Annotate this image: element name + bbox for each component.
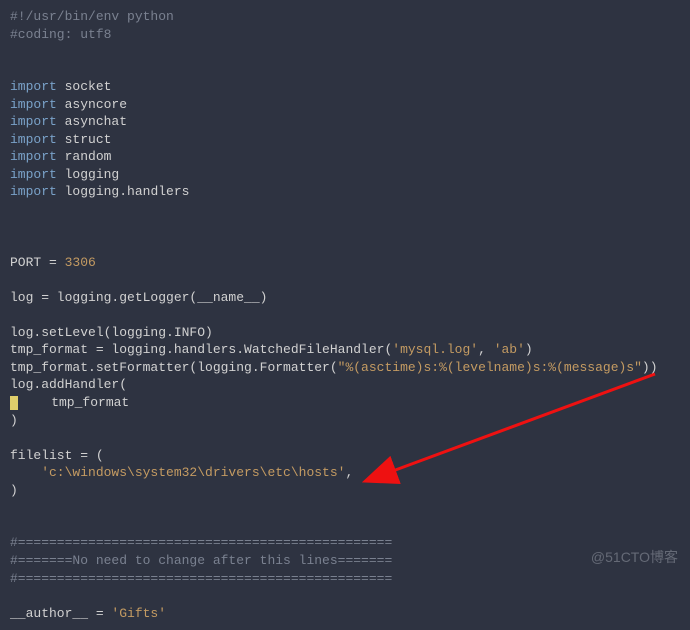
- author-value: 'Gifts': [111, 606, 166, 621]
- import-kw: import: [10, 184, 57, 199]
- str-mysql-log: 'mysql.log': [392, 342, 478, 357]
- coding-decl: #coding: utf8: [10, 27, 111, 42]
- file-path: 'c:\windows\system32\drivers\etc\hosts': [10, 465, 345, 480]
- filelist-open: filelist = (: [10, 448, 104, 463]
- watermark: @51CTO博客: [591, 548, 678, 567]
- paren-close: ): [10, 413, 18, 428]
- import-kw: import: [10, 79, 57, 94]
- port-value: 3306: [65, 255, 96, 270]
- module: logging.handlers: [65, 184, 190, 199]
- import-kw: import: [10, 132, 57, 147]
- add-handler: log.addHandler(: [10, 377, 127, 392]
- code-block: #!/usr/bin/env python #coding: utf8 impo…: [0, 0, 690, 630]
- tmp-format-1: tmp_format = logging.handlers.WatchedFil…: [10, 342, 392, 357]
- module: asynchat: [65, 114, 127, 129]
- module: struct: [65, 132, 112, 147]
- cursor-icon: [10, 396, 18, 410]
- separator-text: #=======No need to change after this lin…: [10, 553, 392, 568]
- add-handler-arg: tmp_format: [20, 395, 129, 410]
- str-logfmt: "%(asctime)s:%(levelname)s:%(message)s": [338, 360, 642, 375]
- module: asyncore: [65, 97, 127, 112]
- shebang: #!/usr/bin/env python: [10, 9, 174, 24]
- separator: #=======================================…: [10, 535, 392, 550]
- set-level: log.setLevel(logging.INFO): [10, 325, 213, 340]
- tmp-format-2: tmp_format.setFormatter(logging.Formatte…: [10, 360, 338, 375]
- import-kw: import: [10, 167, 57, 182]
- separator: #=======================================…: [10, 571, 392, 586]
- import-kw: import: [10, 97, 57, 112]
- module: random: [65, 149, 112, 164]
- import-kw: import: [10, 149, 57, 164]
- author-label: __author__ =: [10, 606, 111, 621]
- paren-close: ): [10, 483, 18, 498]
- module: socket: [65, 79, 112, 94]
- log-assign: log = logging.getLogger(__name__): [10, 290, 267, 305]
- import-kw: import: [10, 114, 57, 129]
- module: logging: [65, 167, 120, 182]
- str-ab: 'ab': [494, 342, 525, 357]
- port-label: PORT =: [10, 255, 65, 270]
